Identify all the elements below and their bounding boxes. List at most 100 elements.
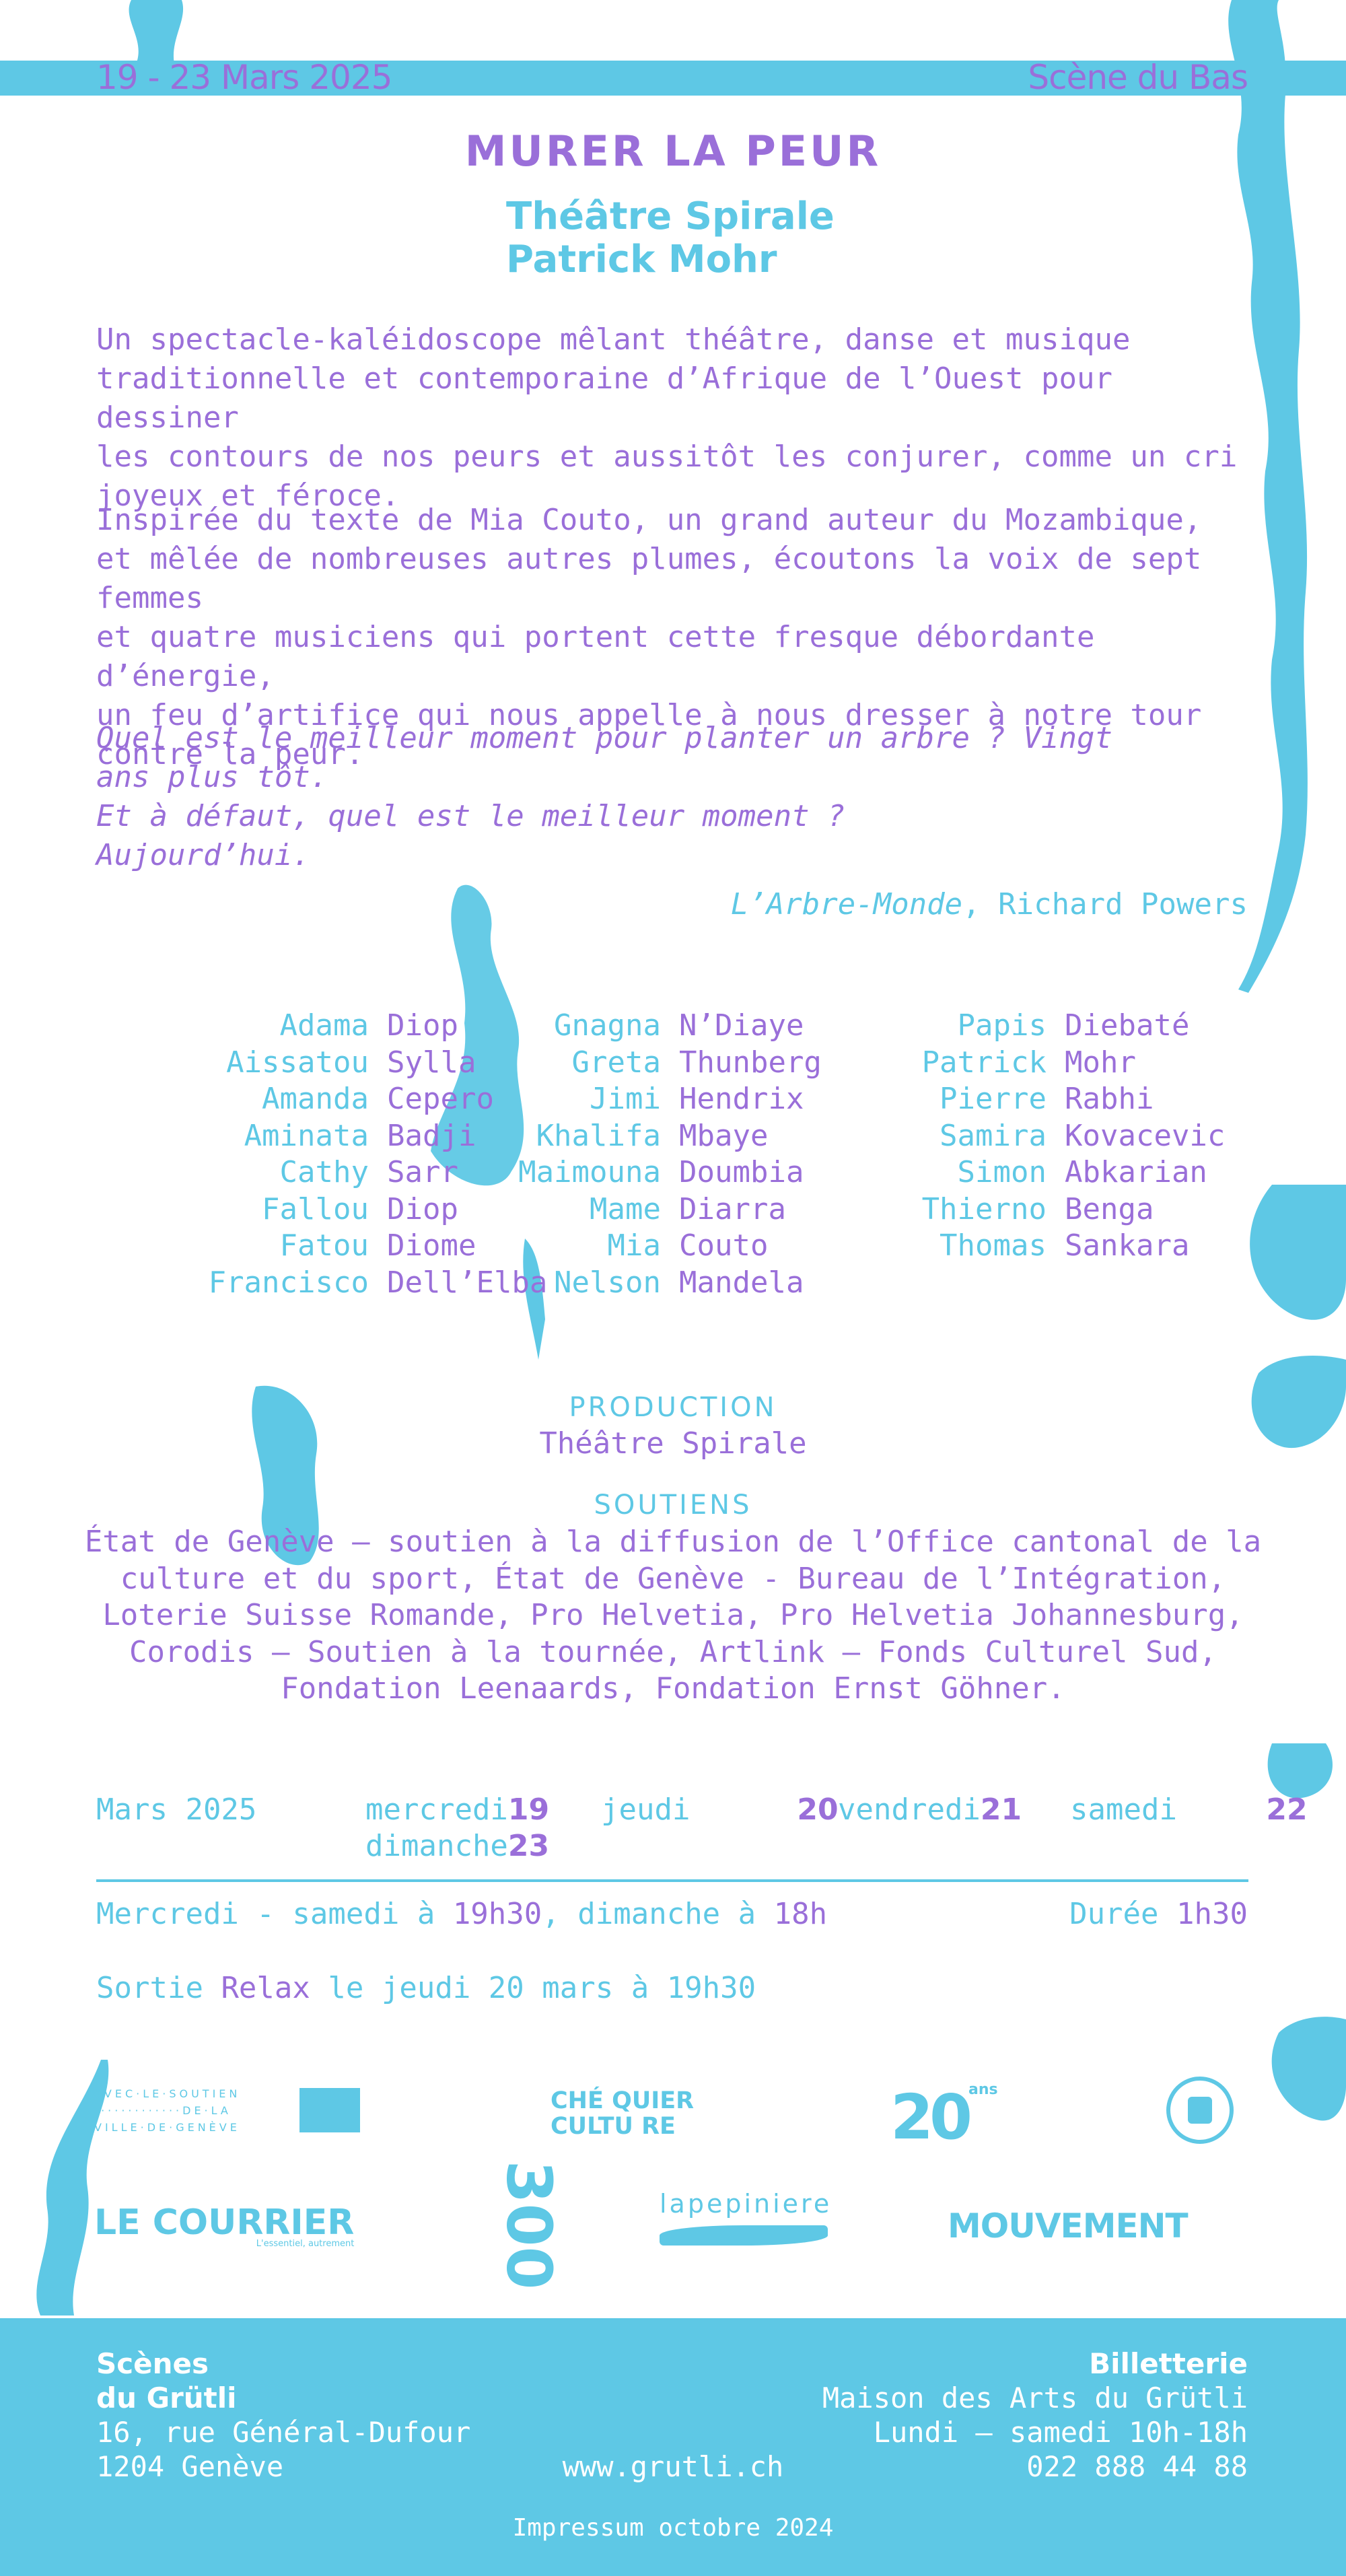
epigraph-quote: Quel est le meilleur moment pour planter… bbox=[96, 721, 1112, 872]
show-title: MURER LA PEUR bbox=[464, 127, 882, 176]
name-entry: Greta Thunberg bbox=[471, 1045, 822, 1082]
last-name: Mohr bbox=[1065, 1045, 1136, 1080]
last-name: Kovacevic bbox=[1065, 1118, 1226, 1153]
le-courrier-logo: LE COURRIER L'essentiel, autrement bbox=[94, 2202, 354, 2249]
first-name: Cathy bbox=[279, 1155, 369, 1189]
show-duration: Durée 1h30 bbox=[1069, 1896, 1248, 1933]
header-dates: 19 - 23 Mars 2025 bbox=[96, 58, 392, 97]
day-number: 20 bbox=[797, 1792, 839, 1827]
venue-street: 16, rue Général-Dufour bbox=[96, 2416, 471, 2449]
schedule-day-3: vendredi21 bbox=[838, 1792, 1022, 1828]
last-name: Diop bbox=[387, 1008, 458, 1043]
last-name: Sarr bbox=[387, 1155, 458, 1189]
day-name: jeudi bbox=[601, 1792, 690, 1827]
last-name: Diarra bbox=[679, 1191, 786, 1226]
first-name: Greta bbox=[571, 1045, 661, 1080]
last-name: Rabhi bbox=[1065, 1082, 1154, 1116]
name-entry: Gnagna N’Diaye bbox=[471, 1008, 822, 1045]
first-name: Papis bbox=[957, 1008, 1047, 1043]
last-name: Sylla bbox=[387, 1045, 476, 1080]
relax-date: le jeudi 20 mars à 19h30 bbox=[310, 1971, 756, 2005]
ticketing-heading: Billetterie bbox=[1089, 2347, 1248, 2380]
schedule-month: Mars 2025 bbox=[96, 1792, 257, 1827]
duration-label: Durée bbox=[1069, 1897, 1177, 1931]
name-entry: Papis Diebaté bbox=[902, 1008, 1225, 1045]
day-name: dimanche bbox=[365, 1829, 508, 1863]
first-name: Maimouna bbox=[518, 1155, 661, 1189]
soutiens-heading: SOUTIENS bbox=[594, 1490, 752, 1521]
ticketing-location: Maison des Arts du Grütli bbox=[822, 2381, 1248, 2414]
name-entry: Samira Kovacevic bbox=[902, 1118, 1225, 1155]
ville-logo-emblem bbox=[299, 2088, 360, 2132]
relax-label: Relax bbox=[221, 1971, 310, 2005]
last-name: Sankara bbox=[1065, 1228, 1190, 1263]
name-entry: Mame Diarra bbox=[471, 1191, 822, 1228]
schedule-day-2: jeudi 20 bbox=[601, 1792, 839, 1828]
lapepiniere-logo: lapepiniere bbox=[660, 2189, 832, 2246]
names-column-2: Gnagna N’Diaye Greta Thunberg Jimi Hendrix Kha… bbox=[471, 1008, 822, 1301]
first-name: Aminata bbox=[244, 1118, 369, 1153]
name-entry: Maimouna Doumbia bbox=[471, 1154, 822, 1191]
relax-session: Sortie Relax le jeudi 20 mars à 19h30 bbox=[96, 1970, 756, 2007]
director-name: Patrick Mohr bbox=[506, 238, 777, 281]
production-text: Théâtre Spirale bbox=[539, 1426, 807, 1461]
ans-text: ans bbox=[968, 2081, 998, 2098]
first-name: Jimi bbox=[590, 1082, 661, 1116]
description-paragraph-1: Un spectacle-kaléidoscope mêlant théâtre… bbox=[96, 322, 1238, 513]
first-name: Simon bbox=[957, 1155, 1047, 1189]
venue-name-line1: Scènes bbox=[96, 2347, 209, 2380]
company-name: Théâtre Spirale bbox=[506, 195, 835, 238]
name-entry: Thierno Benga bbox=[902, 1191, 1225, 1228]
last-name: Abkarian bbox=[1065, 1155, 1207, 1189]
first-name: Thomas bbox=[940, 1228, 1047, 1263]
ville-de-geneve-logo: AVEC·LE·SOUTIEN ·············DE·LA VILLE… bbox=[94, 2085, 370, 2136]
day-name: samedi bbox=[1070, 1792, 1177, 1827]
20-ans-logo: 20ans bbox=[890, 2081, 998, 2153]
name-entry: Mia Couto bbox=[471, 1228, 822, 1265]
first-name: Mame bbox=[590, 1191, 661, 1226]
times-text: , dimanche à bbox=[542, 1897, 774, 1931]
ticketing-phone[interactable]: 022 888 44 88 bbox=[822, 2449, 1248, 2484]
citation-work: L’Arbre-Monde bbox=[730, 887, 963, 921]
day-number: 21 bbox=[980, 1792, 1022, 1827]
production-heading: PRODUCTION bbox=[569, 1392, 777, 1423]
day-name: mercredi bbox=[365, 1792, 508, 1827]
last-name: Badji bbox=[387, 1118, 476, 1153]
show-times: Mercredi - samedi à 19h30, dimanche à 18… bbox=[96, 1896, 827, 1933]
last-name: Couto bbox=[679, 1228, 769, 1263]
last-name: Mbaye bbox=[679, 1118, 769, 1153]
times-sunday-hour: 18h bbox=[773, 1897, 828, 1931]
names-column-3: Papis Diebaté Patrick Mohr Pierre Rabhi Samira… bbox=[902, 1008, 1226, 1265]
company-block: Théâtre Spirale Patrick Mohr bbox=[506, 195, 835, 281]
name-entry: Khalifa Mbaye bbox=[471, 1118, 822, 1155]
relax-text: Sortie bbox=[96, 1971, 221, 2005]
name-entry: Pierre Rabhi bbox=[902, 1081, 1225, 1118]
last-name: Thunberg bbox=[679, 1045, 822, 1080]
first-name: Adama bbox=[279, 1008, 369, 1043]
last-name: Doumbia bbox=[679, 1155, 804, 1189]
day-number: 23 bbox=[507, 1829, 550, 1863]
name-entry: Nelson Mandela bbox=[471, 1265, 822, 1302]
first-name: Pierre bbox=[940, 1082, 1047, 1116]
first-name: Fallou bbox=[262, 1191, 369, 1226]
first-name: Aissatou bbox=[226, 1045, 369, 1080]
name-entry: Thomas Sankara bbox=[902, 1228, 1225, 1265]
first-name: Nelson bbox=[554, 1265, 661, 1300]
last-name: Hendrix bbox=[679, 1082, 804, 1116]
schedule-divider bbox=[96, 1879, 1248, 1882]
quote-citation: L’Arbre-Monde, Richard Powers bbox=[731, 887, 1248, 921]
venue-name-line2: du Grütli bbox=[96, 2381, 237, 2414]
cheque-culture-logo: CHÉ QUIER CULTU RE bbox=[551, 2088, 694, 2139]
first-name: Amanda bbox=[262, 1082, 369, 1116]
schedule-day-1: mercredi19 bbox=[365, 1792, 549, 1828]
header-venue: Scène du Bas bbox=[1028, 58, 1248, 97]
first-name: Mia bbox=[607, 1228, 661, 1263]
first-name: Patrick bbox=[921, 1045, 1047, 1080]
courrier-wordmark: LE COURRIER bbox=[94, 2202, 355, 2243]
mouvement-logo: MOUVEMENT bbox=[948, 2206, 1189, 2246]
last-name: Mandela bbox=[679, 1265, 804, 1300]
last-name: N’Diaye bbox=[679, 1008, 804, 1043]
culture-inclusive-logo bbox=[1166, 2077, 1234, 2144]
times-weekday-hour: 19h30 bbox=[452, 1897, 542, 1931]
first-name: Francisco bbox=[208, 1265, 369, 1300]
